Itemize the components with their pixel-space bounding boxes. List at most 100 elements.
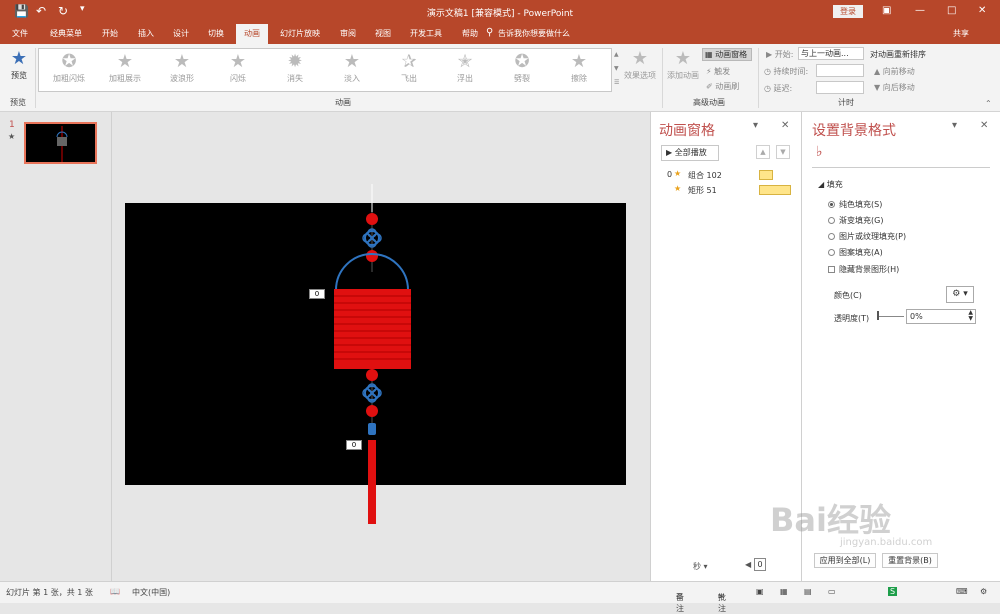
down-arrow-icon: ▼ bbox=[874, 83, 881, 92]
up-arrow-icon: ▲ bbox=[874, 67, 881, 76]
status-bar: 幻灯片 第 1 张，共 1 张 📖 中文(中国) ☰ 备注 ✉ 批注 ▣ ▦ ▤… bbox=[0, 581, 1000, 613]
reading-view-icon[interactable]: ▤ bbox=[804, 587, 812, 596]
preview-button[interactable]: ★ 预览 bbox=[6, 48, 32, 81]
effect-fade[interactable]: ★ 淡入 bbox=[326, 51, 378, 84]
tab-slideshow[interactable]: 幻灯片放映 bbox=[280, 28, 320, 39]
picture-fill-radio[interactable]: 图片或纹理填充(P) bbox=[828, 231, 906, 242]
duration-input[interactable] bbox=[816, 64, 864, 77]
ribbon-display-icon[interactable]: ▣ bbox=[882, 5, 891, 16]
gradient-fill-radio[interactable]: 渐变填充(G) bbox=[828, 215, 883, 226]
slide-thumbnail[interactable] bbox=[24, 122, 97, 164]
tab-review[interactable]: 审阅 bbox=[340, 28, 356, 39]
effect-options-button[interactable]: ★ 效果选项 bbox=[622, 48, 658, 81]
play-all-button[interactable]: ▶ 全部播放 bbox=[661, 145, 719, 161]
tab-animations[interactable]: 动画 bbox=[236, 24, 268, 44]
tab-home[interactable]: 开始 bbox=[102, 28, 118, 39]
search-icon: ⚲ bbox=[486, 27, 494, 38]
move-down-button[interactable]: ▼ bbox=[776, 145, 790, 159]
apply-to-all-button[interactable]: 应用到全部(L) bbox=[814, 553, 876, 568]
animation-painter-button[interactable]: ✐ 动画刷 bbox=[706, 81, 739, 92]
slideshow-view-icon[interactable]: ▭ bbox=[828, 587, 836, 596]
maximize-icon[interactable]: □ bbox=[947, 5, 956, 16]
paint-bucket-icon: ⚙ bbox=[952, 289, 961, 299]
close-icon[interactable]: ✕ bbox=[978, 5, 986, 16]
animation-tag[interactable]: 0 bbox=[309, 289, 325, 299]
effect-bold-reveal[interactable]: ★ 加粗展示 bbox=[99, 51, 151, 84]
sorter-view-icon[interactable]: ▦ bbox=[780, 587, 788, 596]
timeline-value[interactable]: 0 bbox=[754, 558, 766, 571]
tell-me-input[interactable]: 告诉我你想要做什么 bbox=[498, 28, 570, 39]
color-picker-button[interactable]: ⚙ ▾ bbox=[946, 286, 974, 303]
normal-view-icon[interactable]: ▣ bbox=[756, 587, 764, 596]
trigger-button[interactable]: ⚡ 触发 bbox=[706, 66, 730, 77]
effect-flicker[interactable]: ★ 闪烁 bbox=[212, 51, 264, 84]
ime-icon[interactable]: S bbox=[888, 587, 898, 596]
keyboard-icon[interactable]: ⌨ bbox=[956, 587, 968, 596]
tab-file[interactable]: 文件 bbox=[12, 28, 28, 39]
fill-bucket-icon[interactable]: ♭ bbox=[816, 144, 823, 160]
login-button[interactable]: 登录 bbox=[833, 5, 863, 18]
star-icon: ★ bbox=[116, 51, 134, 72]
tab-developer[interactable]: 开发工具 bbox=[410, 28, 442, 39]
effect-wipe[interactable]: ★ 擦除 bbox=[553, 51, 605, 84]
play-icon: ▶ bbox=[666, 148, 673, 157]
reset-background-button[interactable]: 重置背景(B) bbox=[882, 553, 938, 568]
transparency-slider[interactable] bbox=[878, 316, 904, 317]
tab-insert[interactable]: 插入 bbox=[138, 28, 154, 39]
pane-options-icon[interactable]: ▾ bbox=[753, 120, 758, 131]
gallery-scroll[interactable]: ▲ ▼ ☰ bbox=[614, 48, 622, 92]
tab-help[interactable]: 帮助 bbox=[462, 28, 478, 39]
timeline-scroll-left-icon[interactable]: ◀ bbox=[745, 560, 751, 569]
collapse-ribbon-icon[interactable]: ⌃ bbox=[985, 99, 992, 108]
hide-background-checkbox[interactable]: 隐藏背景图形(H) bbox=[828, 264, 899, 275]
preview-group-label: 预览 bbox=[10, 98, 26, 107]
spin-icon[interactable]: ▲ ▼ bbox=[968, 310, 973, 322]
animation-tag[interactable]: 0 bbox=[346, 440, 362, 450]
tab-design[interactable]: 设计 bbox=[173, 28, 189, 39]
tab-view[interactable]: 视图 bbox=[375, 28, 391, 39]
advanced-group-label: 高级动画 bbox=[693, 98, 725, 107]
effect-wave[interactable]: ★ 波浪形 bbox=[156, 51, 208, 84]
animation-item-group[interactable]: 组合 102 bbox=[688, 170, 722, 181]
collapse-triangle-icon: ◢ bbox=[818, 180, 825, 189]
animation-timeline-bar[interactable] bbox=[759, 170, 773, 180]
tab-classic-menu[interactable]: 经典菜单 bbox=[50, 28, 82, 39]
move-up-button[interactable]: ▲ bbox=[756, 145, 770, 159]
add-animation-button[interactable]: ★ 添加动画 bbox=[665, 48, 701, 81]
pane-close-icon[interactable]: ✕ bbox=[980, 120, 988, 131]
animation-item-rect[interactable]: 矩形 51 bbox=[688, 185, 717, 196]
format-background-pane: 设置背景格式 ▾ ✕ ♭ ◢ 填充 纯色填充(S) 渐变填充(G) 图片或纹理填… bbox=[801, 112, 1000, 581]
lantern-graphic[interactable] bbox=[113, 112, 650, 581]
star-icon: ★ bbox=[343, 51, 361, 72]
minimize-icon[interactable]: — bbox=[915, 5, 925, 16]
animation-group-label: 动画 bbox=[335, 98, 351, 107]
effect-split[interactable]: ✪ 劈裂 bbox=[496, 51, 548, 84]
fill-section-header[interactable]: ◢ 填充 bbox=[818, 179, 843, 190]
pane-close-icon[interactable]: ✕ bbox=[781, 120, 789, 131]
seconds-label[interactable]: 秒 ▾ bbox=[693, 561, 708, 572]
radio-unselected bbox=[828, 249, 835, 256]
spellcheck-icon[interactable]: 📖 bbox=[110, 587, 120, 596]
effect-fly-out[interactable]: ✰ 飞出 bbox=[383, 51, 435, 84]
animation-pane-button[interactable]: ▦ 动画窗格 bbox=[702, 48, 752, 61]
transparency-input[interactable]: 0% ▲ ▼ bbox=[906, 309, 976, 324]
language-indicator[interactable]: 中文(中国) bbox=[132, 587, 170, 598]
play-icon: ▶ bbox=[766, 50, 773, 59]
delay-input[interactable] bbox=[816, 81, 864, 94]
group-divider bbox=[662, 48, 663, 108]
share-button[interactable]: 共享 bbox=[953, 28, 969, 39]
move-earlier-button[interactable]: ▲ 向前移动 bbox=[874, 66, 915, 77]
transparency-slider-thumb[interactable] bbox=[877, 311, 879, 320]
pattern-fill-radio[interactable]: 图案填充(A) bbox=[828, 247, 883, 258]
animation-timeline-bar[interactable] bbox=[759, 185, 791, 195]
solid-fill-radio[interactable]: 纯色填充(S) bbox=[828, 199, 882, 210]
effect-bold-flash[interactable]: ✪ 加粗闪烁 bbox=[43, 51, 95, 84]
settings-icon[interactable]: ⚙ bbox=[980, 587, 987, 596]
tab-transitions[interactable]: 切换 bbox=[208, 28, 224, 39]
move-later-button[interactable]: ▼ 向后移动 bbox=[874, 82, 915, 93]
effect-disappear[interactable]: ✹ 消失 bbox=[269, 51, 321, 84]
group-divider bbox=[758, 48, 759, 108]
effect-float-out[interactable]: ✭ 浮出 bbox=[439, 51, 491, 84]
start-select[interactable]: 与上一动画... bbox=[798, 47, 864, 60]
pane-options-icon[interactable]: ▾ bbox=[952, 120, 957, 131]
